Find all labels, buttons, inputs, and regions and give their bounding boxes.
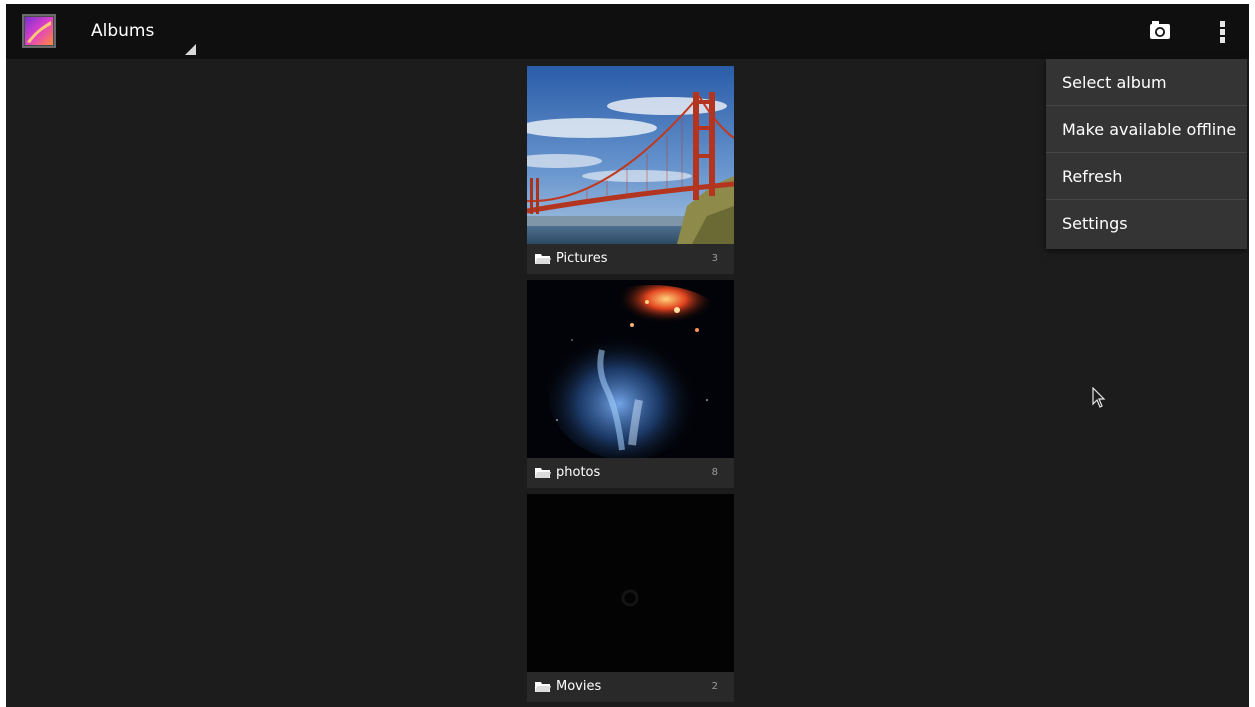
album-tile-photos[interactable]: photos 8: [527, 280, 734, 488]
album-label-bar: photos 8: [527, 458, 734, 488]
album-view-spinner[interactable]: Albums: [74, 4, 200, 59]
album-name: Movies: [556, 679, 602, 694]
camera-button[interactable]: [1138, 16, 1182, 48]
overflow-menu-icon: [1220, 21, 1225, 27]
overflow-menu-button[interactable]: [1204, 16, 1240, 48]
gallery-icon[interactable]: [22, 14, 56, 48]
menu-item-refresh[interactable]: Refresh: [1046, 153, 1247, 200]
gallery-screen: Albums Pictures 3 photos 8 Movies 2 Sele…: [6, 4, 1249, 707]
page-title: Albums: [91, 21, 155, 41]
golden-gate-bridge-photo: [527, 66, 734, 244]
album-count: 3: [711, 253, 718, 264]
menu-item-make-available-offline[interactable]: Make available offline: [1046, 106, 1247, 153]
folder-icon: [535, 468, 551, 478]
album-tile-pictures[interactable]: Pictures 3: [527, 66, 734, 274]
overflow-dot: [1220, 37, 1225, 43]
menu-item-label: Settings: [1062, 214, 1128, 233]
folder-icon: [535, 254, 551, 264]
album-count: 2: [711, 681, 718, 692]
overflow-dot: [1220, 29, 1225, 35]
menu-item-select-album[interactable]: Select album: [1046, 59, 1247, 106]
album-label-bar: Movies 2: [527, 672, 734, 702]
album-name: photos: [556, 465, 601, 480]
album-label-bar: Pictures 3: [527, 244, 734, 274]
menu-item-label: Select album: [1062, 73, 1167, 92]
menu-item-settings[interactable]: Settings: [1046, 200, 1247, 247]
menu-item-label: Refresh: [1062, 167, 1123, 186]
mouse-pointer-icon: [1092, 387, 1106, 408]
menu-item-label: Make available offline: [1062, 120, 1237, 139]
album-tile-movies[interactable]: Movies 2: [527, 494, 734, 702]
dark-video-frame: [527, 494, 734, 672]
camera-icon: [1150, 21, 1170, 39]
action-bar: Albums: [6, 4, 1249, 59]
overflow-menu: Select album Make available offline Refr…: [1046, 59, 1247, 249]
album-name: Pictures: [556, 251, 608, 266]
nebula-hand-photo: [527, 280, 734, 458]
folder-icon: [535, 682, 551, 692]
spinner-triangle-icon: [185, 44, 196, 55]
album-count: 8: [711, 467, 718, 478]
